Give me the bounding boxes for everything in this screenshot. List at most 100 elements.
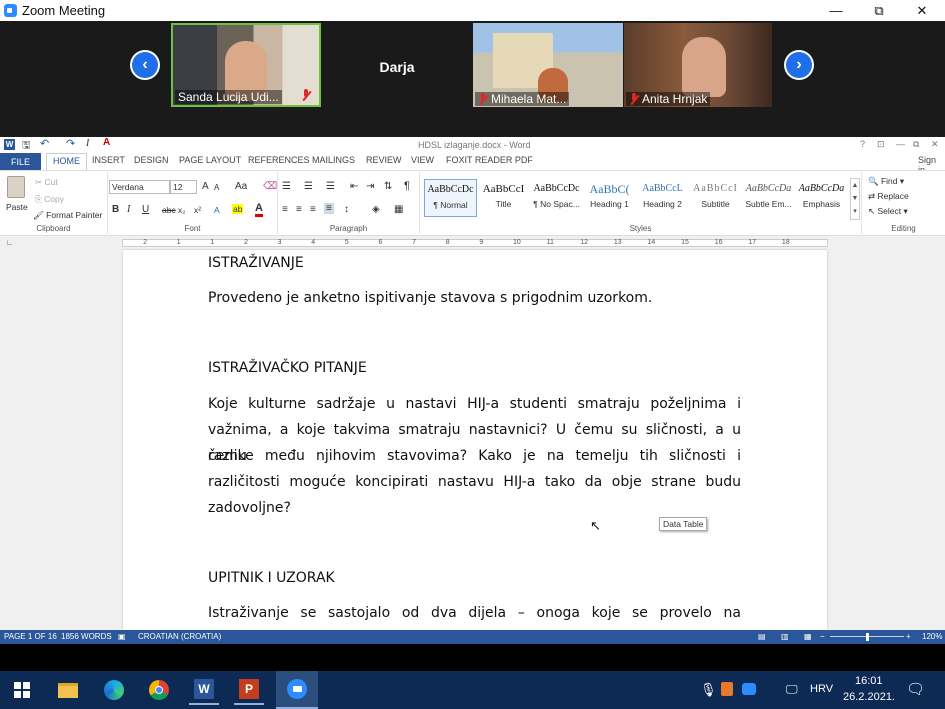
subscript-button[interactable]: x₂ <box>178 205 186 215</box>
superscript-button[interactable]: x² <box>194 205 201 215</box>
increase-indent-icon[interactable]: ⇥ <box>366 181 374 192</box>
bullets-icon[interactable]: ☰ <box>282 181 291 192</box>
font-color-quick-icon[interactable]: A <box>103 137 110 148</box>
word-count[interactable]: 1856 WORDS <box>61 632 112 641</box>
web-layout-icon[interactable]: ▦ <box>804 632 812 641</box>
style-heading-1[interactable]: AaBbC(Heading 1 <box>583 179 636 217</box>
show-formatting-button[interactable]: ¶ <box>404 180 410 192</box>
align-left-icon[interactable]: ≡ <box>282 204 288 215</box>
help-button[interactable]: ? <box>860 139 865 149</box>
proofing-icon[interactable]: ▣ <box>118 632 126 641</box>
zoom-out-button[interactable]: − <box>820 632 825 641</box>
style-no-spacing[interactable]: AaBbCcDc ¶ No Spac... <box>530 179 583 217</box>
tab-file[interactable]: FILE <box>0 153 41 170</box>
select-button[interactable]: ↖ Select ▾ <box>868 206 908 217</box>
tab-mailings[interactable]: MAILINGS <box>312 155 355 165</box>
styles-scroll[interactable]: ▲ ▼ ▾ <box>850 178 860 220</box>
participant-tile-darja[interactable]: Darja <box>322 23 472 107</box>
print-layout-icon[interactable]: ▥ <box>781 632 789 641</box>
replace-button[interactable]: ⇄ Replace <box>868 191 909 202</box>
gallery-prev-button[interactable]: ‹ <box>130 50 160 80</box>
font-size-select[interactable]: 12 <box>170 180 197 194</box>
zoom-tray-icon[interactable] <box>742 683 756 695</box>
cut-button[interactable]: ✂ Cut <box>35 177 58 188</box>
tab-foxit[interactable]: FOXIT READER PDF <box>446 155 533 165</box>
clock-time[interactable]: 16:01 <box>855 675 883 687</box>
numbering-icon[interactable]: ☰ <box>304 181 313 192</box>
bold-button[interactable]: B <box>112 204 119 215</box>
participant-tile-mihaela[interactable]: Mihaela Mat... <box>473 23 623 107</box>
redo-icon[interactable]: ↷ <box>66 137 75 150</box>
document-page[interactable]: ISTRAŽIVANJE Provedeno je anketno ispiti… <box>123 250 827 630</box>
windows-start-icon[interactable] <box>7 675 37 705</box>
italic-quick-icon[interactable]: I <box>86 138 89 149</box>
paste-button[interactable]: Paste <box>6 202 28 212</box>
style-title[interactable]: AaBbCcI Title <box>477 179 530 217</box>
ruler-scale[interactable]: 2 1 1 2 3 4 5 6 7 8 9 10 11 12 13 14 15 16 17 18 <box>122 239 828 247</box>
justify-icon[interactable]: ≡ <box>324 203 334 214</box>
line-spacing-icon[interactable]: ↕ <box>344 204 349 215</box>
change-case-button[interactable]: Aa <box>235 181 247 192</box>
zoom-level[interactable]: 120% <box>922 632 942 641</box>
decrease-indent-icon[interactable]: ⇤ <box>350 181 358 192</box>
italic-button[interactable]: I <box>127 204 130 215</box>
participant-tile-sanda[interactable]: Sanda Lucija Udi... <box>171 23 321 107</box>
borders-icon[interactable]: ▦ <box>394 204 403 215</box>
style-emphasis[interactable]: AaBbCcDa Emphasis <box>795 179 848 217</box>
language-indicator-taskbar[interactable]: HRV <box>810 683 833 695</box>
copy-button[interactable]: ⎘ Copy <box>35 194 64 205</box>
undo-icon[interactable]: ↶ <box>40 137 49 150</box>
multilevel-list-icon[interactable]: ☰ <box>326 181 335 192</box>
zoom-minimize-button[interactable]: — <box>814 0 858 21</box>
zoom-slider-thumb[interactable] <box>866 633 869 641</box>
tab-page-layout[interactable]: PAGE LAYOUT <box>179 155 241 165</box>
microphone-icon[interactable]: 🎙 <box>700 682 717 698</box>
tab-home[interactable]: HOME <box>46 153 87 170</box>
strikethrough-button[interactable]: abc <box>162 205 176 215</box>
participant-tile-anita[interactable]: Anita Hrnjak <box>624 23 772 107</box>
file-explorer-icon[interactable] <box>53 675 83 705</box>
style-normal[interactable]: AaBbCcDc ¶ Normal <box>424 179 477 217</box>
tab-insert[interactable]: INSERT <box>92 155 125 165</box>
align-center-icon[interactable]: ≡ <box>296 204 302 215</box>
tab-review[interactable]: REVIEW <box>366 155 402 165</box>
style-subtitle[interactable]: AaBbCcI Subtitle <box>689 179 742 217</box>
tab-design[interactable]: DESIGN <box>134 155 169 165</box>
tab-references[interactable]: REFERENCES <box>248 155 310 165</box>
grow-font-button[interactable]: A <box>202 181 209 192</box>
clear-formatting-icon[interactable]: ⌫ <box>263 181 277 192</box>
style-subtle-emphasis[interactable]: AaBbCcDa Subtle Em... <box>742 179 795 217</box>
font-color-button[interactable]: A <box>255 203 263 217</box>
zoom-taskbar-icon[interactable] <box>276 671 318 709</box>
shrink-font-button[interactable]: A <box>214 183 219 192</box>
find-button[interactable]: 🔍 Find ▾ <box>868 176 904 187</box>
sort-icon[interactable]: ⇅ <box>384 181 392 192</box>
underline-button[interactable]: U <box>142 204 149 215</box>
gallery-next-button[interactable]: › <box>784 50 814 80</box>
document-area[interactable]: ISTRAŽIVANJE Provedeno je anketno ispiti… <box>0 250 945 630</box>
powerpoint-icon[interactable]: P <box>234 675 264 705</box>
network-icon[interactable]: 🖵 <box>786 682 798 697</box>
tray-app-icon[interactable] <box>721 682 733 696</box>
word-close-button[interactable]: ✕ <box>931 139 939 150</box>
page-count[interactable]: PAGE 1 OF 16 <box>4 632 57 641</box>
text-effects-icon[interactable]: A <box>214 205 220 215</box>
ribbon-display-options-button[interactable]: ⊡ <box>877 139 885 150</box>
format-painter-button[interactable]: 🖌 Format Painter <box>33 210 102 221</box>
tab-selector-icon[interactable]: ∟ <box>6 238 14 247</box>
read-mode-icon[interactable]: ▤ <box>758 632 766 641</box>
language-indicator[interactable]: CROATIAN (CROATIA) <box>138 632 221 641</box>
zoom-close-button[interactable]: ✕ <box>900 0 944 21</box>
clock-date[interactable]: 26.2.2021. <box>843 691 895 703</box>
notifications-icon[interactable]: 🗨 <box>906 680 925 698</box>
word-taskbar-icon[interactable]: W <box>189 675 219 705</box>
highlight-button[interactable]: ab <box>232 204 244 214</box>
chrome-icon[interactable] <box>144 675 174 705</box>
edge-icon[interactable] <box>99 675 129 705</box>
font-name-select[interactable]: Verdana <box>109 180 170 194</box>
word-minimize-button[interactable]: — <box>896 139 905 149</box>
style-heading-2[interactable]: AaBbCcL Heading 2 <box>636 179 689 217</box>
zoom-in-button[interactable]: + <box>906 632 911 641</box>
word-restore-button[interactable]: ⧉ <box>913 139 919 150</box>
zoom-restore-button[interactable]: ⧉ <box>857 0 901 21</box>
